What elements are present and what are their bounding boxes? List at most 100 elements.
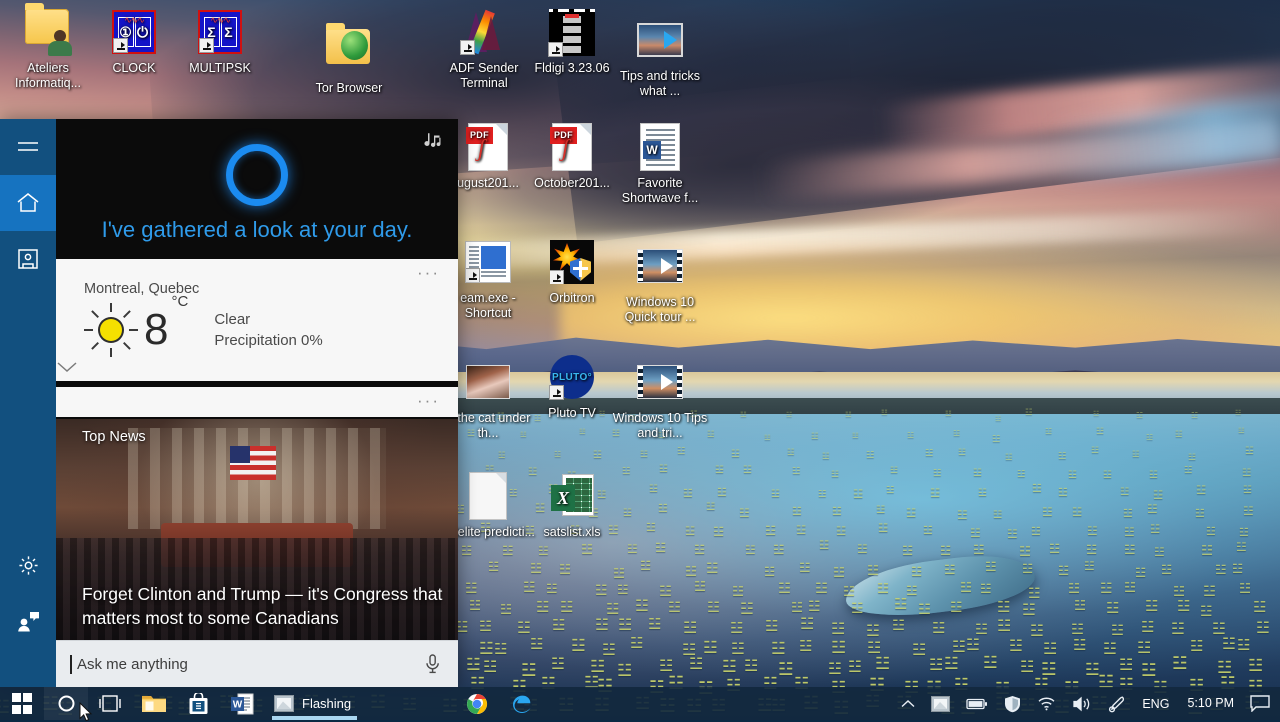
desktop-icon-label: Tor Browser (315, 81, 383, 95)
desktop-icon[interactable]: PLUTO° Pluto TV (524, 351, 620, 421)
microphone-icon[interactable] (425, 654, 440, 674)
cortana-panel[interactable]: I've gathered a look at your day. ··· Mo… (0, 119, 458, 687)
task-view-button[interactable] (88, 687, 132, 720)
shield-icon[interactable] (996, 687, 1029, 720)
news-headline[interactable]: Forget Clinton and Trump — it's Congress… (82, 582, 444, 630)
desktop-icon-label: Windows 10 Quick tour ... (624, 295, 696, 324)
taskbar-item-chrome[interactable] (455, 687, 499, 720)
desktop-icon-label: Orbitron (549, 291, 595, 305)
desktop-icon[interactable]: Windows 10 Quick tour ... (612, 240, 708, 325)
desktop-icon[interactable]: Tips and tricks what ... (612, 14, 708, 99)
weather-conditions: Clear Precipitation 0% (214, 309, 322, 351)
desktop-icon[interactable]: Fldigi 3.23.06 (524, 6, 620, 76)
weather-condition-text: Clear (214, 311, 251, 328)
cortana-nav-rail (0, 119, 56, 687)
taskbar-window-title: Flashing (302, 696, 352, 711)
desktop-icon-label: Tips and tricks what ... (619, 69, 701, 98)
cortana-hero: I've gathered a look at your day. (56, 119, 458, 259)
mouse-cursor (79, 702, 93, 722)
film-icon (612, 356, 708, 408)
cortana-greeting: I've gathered a look at your day. (101, 217, 413, 242)
desktop-icon-label: Pluto TV (548, 406, 596, 420)
cortana-ring-icon (226, 144, 288, 206)
weather-card[interactable]: ··· Montreal, Quebec 8 °C Clear Precipit… (56, 259, 458, 387)
us-flag-in-photo (229, 445, 276, 480)
taskbar-clock[interactable]: 5:10 PM (1177, 687, 1244, 720)
music-note-icon[interactable] (420, 131, 444, 151)
taskbar-item-file-explorer[interactable] (132, 687, 176, 720)
desktop-icon[interactable]: ADF Sender Terminal (436, 6, 532, 91)
video-thumb-icon (612, 14, 708, 66)
sidebar-item-settings[interactable] (0, 537, 56, 593)
cortana-content: I've gathered a look at your day. ··· Mo… (56, 119, 458, 687)
pdf-icon: PDF ʃ (524, 121, 620, 173)
desktop-icon-label: MULTIPSK (189, 61, 251, 75)
desktop-icon[interactable]: Orbitron (524, 236, 620, 306)
weather-temperature: 8 (144, 305, 169, 354)
orbitron-icon (524, 236, 620, 288)
folder-globe-icon (301, 23, 397, 78)
weather-location: Montreal, Quebec (84, 281, 200, 297)
desktop-icon[interactable]: Tor Browser (301, 23, 397, 96)
start-button[interactable] (0, 687, 44, 720)
desktop-icon[interactable]: Windows 10 Tips and tri... (612, 356, 708, 441)
adf-logo-icon (436, 6, 532, 58)
fldigi-icon (524, 6, 620, 58)
desktop-icon-label: Fldigi 3.23.06 (534, 61, 610, 75)
pen-icon[interactable] (1100, 687, 1134, 720)
tray-window-icon[interactable] (923, 687, 958, 720)
desktop-icon-label: CLOCK (112, 61, 156, 75)
taskbar-window-flashing[interactable]: Flashing (264, 687, 365, 720)
sidebar-item-home[interactable] (0, 175, 56, 231)
folder-user-icon (0, 3, 96, 58)
word-doc-icon: W (612, 121, 708, 173)
svg-text:W: W (233, 699, 243, 710)
taskbar-item-edge[interactable] (500, 687, 544, 720)
windows-logo-icon (11, 693, 33, 714)
weather-precipitation-text: Precipitation 0% (214, 332, 323, 349)
desktop-icon[interactable]: W Favorite Shortwave f... (612, 121, 708, 206)
chevron-up-icon[interactable] (893, 687, 923, 720)
desktop-icon-label: October201... (534, 176, 610, 190)
desktop-icon-label: Windows 10 Tips and tri... (612, 411, 708, 440)
desktop-icon[interactable]: Xsatslist.xls (524, 470, 620, 540)
desktop-icon-label: ADF Sender Terminal (449, 61, 519, 90)
desktop-icon[interactable]: Ateliers Informatiq... (0, 3, 96, 91)
cortana-rail-bottom (0, 537, 56, 649)
sidebar-item-notebook[interactable] (0, 231, 56, 287)
pluto-icon: PLUTO° (524, 351, 620, 403)
taskbar[interactable]: W Flashing ENG 5:10 PM (0, 687, 1280, 720)
blue-app-sigma-icon: ∿∿∿ Σ Σ (172, 6, 268, 58)
desktop-icon-label: Favorite Shortwave f... (621, 176, 699, 205)
speaker-icon[interactable] (1064, 687, 1100, 720)
desktop-icon[interactable]: PDF ʃ October201... (524, 121, 620, 191)
secondary-card-more-icon[interactable]: ··· (417, 392, 440, 409)
window-icon (274, 695, 294, 712)
battery-icon[interactable] (958, 687, 996, 720)
secondary-card[interactable]: ··· (56, 387, 458, 419)
news-card[interactable]: Top News Forget Clinton and Trump — it's… (56, 419, 458, 640)
sidebar-item-feedback[interactable] (0, 593, 56, 649)
desktop-icon[interactable]: ∿∿∿ Σ Σ MULTIPSK (172, 6, 268, 76)
desktop-icon-label: Ateliers Informatiq... (15, 61, 81, 90)
language-indicator[interactable]: ENG (1134, 697, 1177, 711)
action-center-icon[interactable] (1244, 687, 1276, 720)
hamburger-menu-icon[interactable] (0, 119, 56, 175)
cortana-search-box[interactable]: Ask me anything (56, 640, 458, 687)
chevron-down-icon[interactable] (56, 357, 458, 381)
search-input[interactable]: Ask me anything (77, 656, 188, 673)
blue-app-clock-icon: ∿∿∿ ① ⏻ (86, 6, 182, 58)
weather-card-more-icon[interactable]: ··· (417, 264, 440, 281)
desktop-icon-label: satslist.xls (543, 525, 601, 539)
news-section-label: Top News (82, 429, 146, 445)
film-icon (612, 240, 708, 292)
weather-unit: °C (171, 293, 189, 310)
excel-icon: X (524, 470, 620, 522)
system-tray: ENG 5:10 PM (893, 687, 1280, 720)
weather-row: 8 °C Clear Precipitation 0% (56, 293, 458, 357)
wifi-icon[interactable] (1029, 687, 1064, 720)
desktop-icon[interactable]: ∿∿∿ ① ⏻ CLOCK (86, 6, 182, 76)
taskbar-item-word[interactable]: W (220, 687, 264, 720)
taskbar-window-active-underline (272, 716, 358, 720)
taskbar-item-microsoft-store[interactable] (176, 687, 220, 720)
